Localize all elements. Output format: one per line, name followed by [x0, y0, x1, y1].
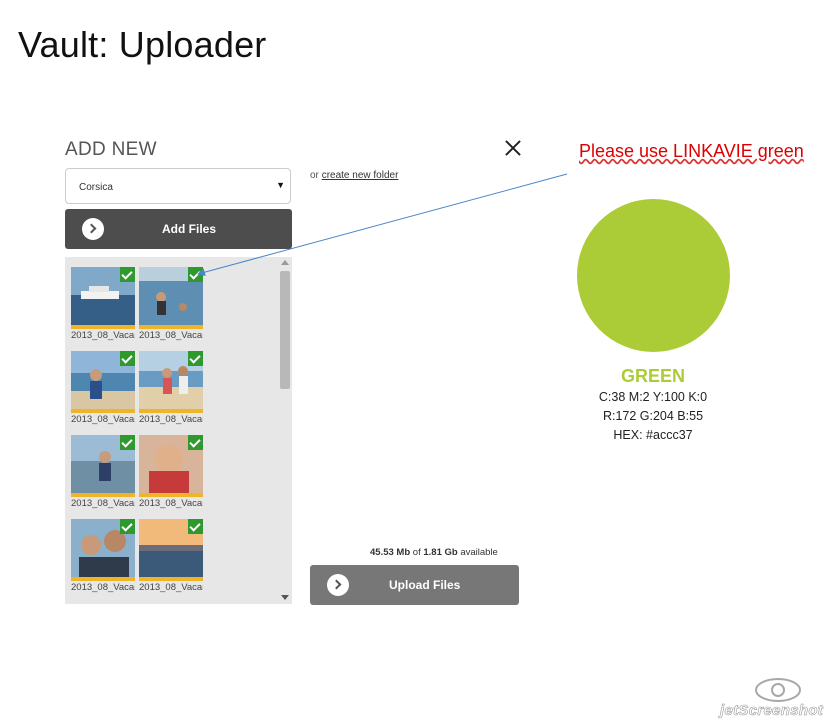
swatch-cmyk: C:38 M:2 Y:100 K:0 — [598, 390, 708, 404]
camera-icon — [755, 678, 801, 702]
annotation-arrow — [197, 173, 568, 277]
annotation-note: Please use LINKAVIE green — [579, 141, 804, 161]
color-swatch — [577, 199, 730, 352]
swatch-hex: HEX: #accc37 — [613, 428, 693, 442]
swatch-name: GREEN — [620, 366, 685, 386]
swatch-rgb: R:172 G:204 B:55 — [602, 409, 704, 423]
watermark-logo: jetScreenshot — [720, 674, 825, 722]
watermark-text: jetScreenshot — [720, 702, 824, 720]
